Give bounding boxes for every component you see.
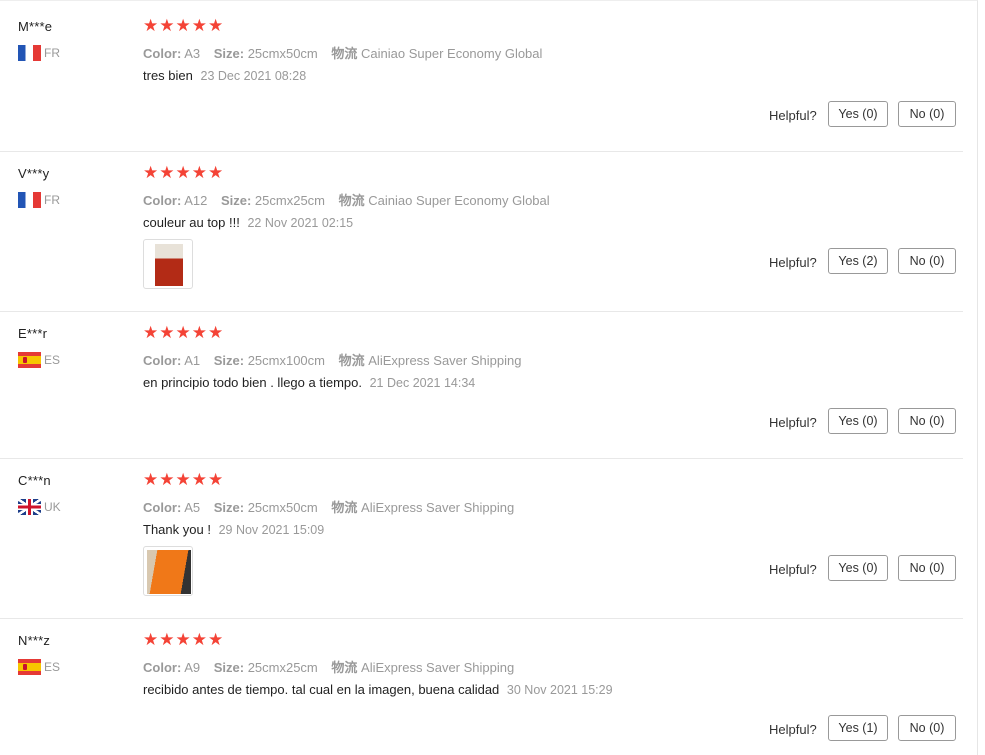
color-label: Color: <box>143 353 182 368</box>
review-comment: en principio todo bien . llego a tiempo.… <box>143 375 475 390</box>
reviewer-country: ES <box>18 352 60 368</box>
helpful-label: Helpful? <box>769 562 817 577</box>
shipping-value: AliExpress Saver Shipping <box>361 500 515 515</box>
order-attributes: Color: A1 Size: 25cmx100cm 物流 AliExpress… <box>143 350 531 369</box>
review-date: 29 Nov 2021 15:09 <box>218 523 325 537</box>
order-attributes: Color: A5 Size: 25cmx50cm 物流 AliExpress … <box>143 497 524 516</box>
size-value: 25cmx25cm <box>254 193 325 208</box>
review-comment: Thank you ! 29 Nov 2021 15:09 <box>143 522 324 537</box>
shipping-label: 物流 <box>331 660 358 675</box>
star-rating: ★★★★★ <box>143 630 225 649</box>
shipping-label: 物流 <box>331 46 358 61</box>
review-divider <box>0 311 963 312</box>
comment-text: tres bien <box>143 68 193 83</box>
helpful-label: Helpful? <box>769 108 817 123</box>
reviewer-name: V***y <box>18 166 50 181</box>
shipping-value: AliExpress Saver Shipping <box>368 353 522 368</box>
helpful-no-button[interactable]: No (0) <box>898 101 956 127</box>
color-value: A1 <box>184 353 201 368</box>
reviewer-country: FR <box>18 192 60 208</box>
flag-uk-icon <box>18 499 41 515</box>
review-divider <box>0 458 963 459</box>
flag-es-icon <box>18 352 41 368</box>
size-label: Size: <box>213 660 245 675</box>
star-rating: ★★★★★ <box>143 16 225 35</box>
color-value: A5 <box>184 500 201 515</box>
country-code: FR <box>44 46 60 60</box>
helpful-no-button[interactable]: No (0) <box>898 408 956 434</box>
order-attributes: Color: A3 Size: 25cmx50cm 物流 Cainiao Sup… <box>143 43 552 62</box>
reviewer-country: UK <box>18 499 61 515</box>
reviewer-name: N***z <box>18 633 51 648</box>
size-label: Size: <box>213 46 245 61</box>
review-date: 21 Dec 2021 14:34 <box>369 376 476 390</box>
country-code: ES <box>44 353 61 367</box>
shipping-value: Cainiao Super Economy Global <box>368 193 550 208</box>
review-list: M***e FR ★★★★★ Color: A3 Size: 25cmx50cm… <box>0 0 978 755</box>
helpful-no-button[interactable]: No (0) <box>898 555 956 581</box>
review-date: 23 Dec 2021 08:28 <box>200 69 307 83</box>
helpful-yes-button[interactable]: Yes (2) <box>828 248 888 274</box>
flag-fr-icon <box>18 192 41 208</box>
flag-es-icon <box>18 659 41 675</box>
size-value: 25cmx50cm <box>247 46 318 61</box>
color-value: A9 <box>184 660 201 675</box>
helpful-no-button[interactable]: No (0) <box>898 715 956 741</box>
review-comment: recibido antes de tiempo. tal cual en la… <box>143 682 613 697</box>
comment-text: en principio todo bien . llego a tiempo. <box>143 375 362 390</box>
review-photo-thumbnail[interactable] <box>143 546 193 596</box>
review-photo-thumbnail[interactable] <box>143 239 193 289</box>
helpful-label: Helpful? <box>769 415 817 430</box>
size-value: 25cmx50cm <box>247 500 318 515</box>
review-date: 30 Nov 2021 15:29 <box>506 683 613 697</box>
size-label: Size: <box>220 193 252 208</box>
reviewer-country: FR <box>18 45 60 61</box>
review-date: 22 Nov 2021 02:15 <box>247 216 354 230</box>
helpful-yes-button[interactable]: Yes (0) <box>828 101 888 127</box>
reviewer-name: M***e <box>18 19 53 34</box>
reviewer-name: C***n <box>18 473 51 488</box>
star-rating: ★★★★★ <box>143 470 225 489</box>
order-attributes: Color: A9 Size: 25cmx25cm 物流 AliExpress … <box>143 657 524 676</box>
reviewer-name: E***r <box>18 326 48 341</box>
helpful-label: Helpful? <box>769 722 817 737</box>
color-label: Color: <box>143 500 182 515</box>
helpful-label: Helpful? <box>769 255 817 270</box>
shipping-label: 物流 <box>331 500 358 515</box>
country-code: ES <box>44 660 61 674</box>
comment-text: Thank you ! <box>143 522 211 537</box>
review-divider <box>0 618 963 619</box>
review-comment: couleur au top !!! 22 Nov 2021 02:15 <box>143 215 353 230</box>
review-comment: tres bien 23 Dec 2021 08:28 <box>143 68 306 83</box>
color-label: Color: <box>143 46 182 61</box>
size-label: Size: <box>213 353 245 368</box>
color-label: Color: <box>143 193 182 208</box>
review-divider <box>0 151 963 152</box>
helpful-yes-button[interactable]: Yes (0) <box>828 408 888 434</box>
shipping-label: 物流 <box>338 193 365 208</box>
star-rating: ★★★★★ <box>143 323 225 342</box>
star-rating: ★★★★★ <box>143 163 225 182</box>
helpful-yes-button[interactable]: Yes (0) <box>828 555 888 581</box>
reviewer-country: ES <box>18 659 60 675</box>
size-value: 25cmx25cm <box>247 660 318 675</box>
helpful-yes-button[interactable]: Yes (1) <box>828 715 888 741</box>
color-value: A12 <box>184 193 208 208</box>
size-label: Size: <box>213 500 245 515</box>
comment-text: couleur au top !!! <box>143 215 240 230</box>
flag-fr-icon <box>18 45 41 61</box>
shipping-value: Cainiao Super Economy Global <box>361 46 543 61</box>
helpful-no-button[interactable]: No (0) <box>898 248 956 274</box>
country-code: FR <box>44 193 60 207</box>
color-value: A3 <box>184 46 201 61</box>
comment-text: recibido antes de tiempo. tal cual en la… <box>143 682 500 697</box>
order-attributes: Color: A12 Size: 25cmx25cm 物流 Cainiao Su… <box>143 190 560 209</box>
shipping-value: AliExpress Saver Shipping <box>361 660 515 675</box>
shipping-label: 物流 <box>338 353 365 368</box>
size-value: 25cmx100cm <box>247 353 325 368</box>
country-code: UK <box>44 500 61 514</box>
color-label: Color: <box>143 660 182 675</box>
